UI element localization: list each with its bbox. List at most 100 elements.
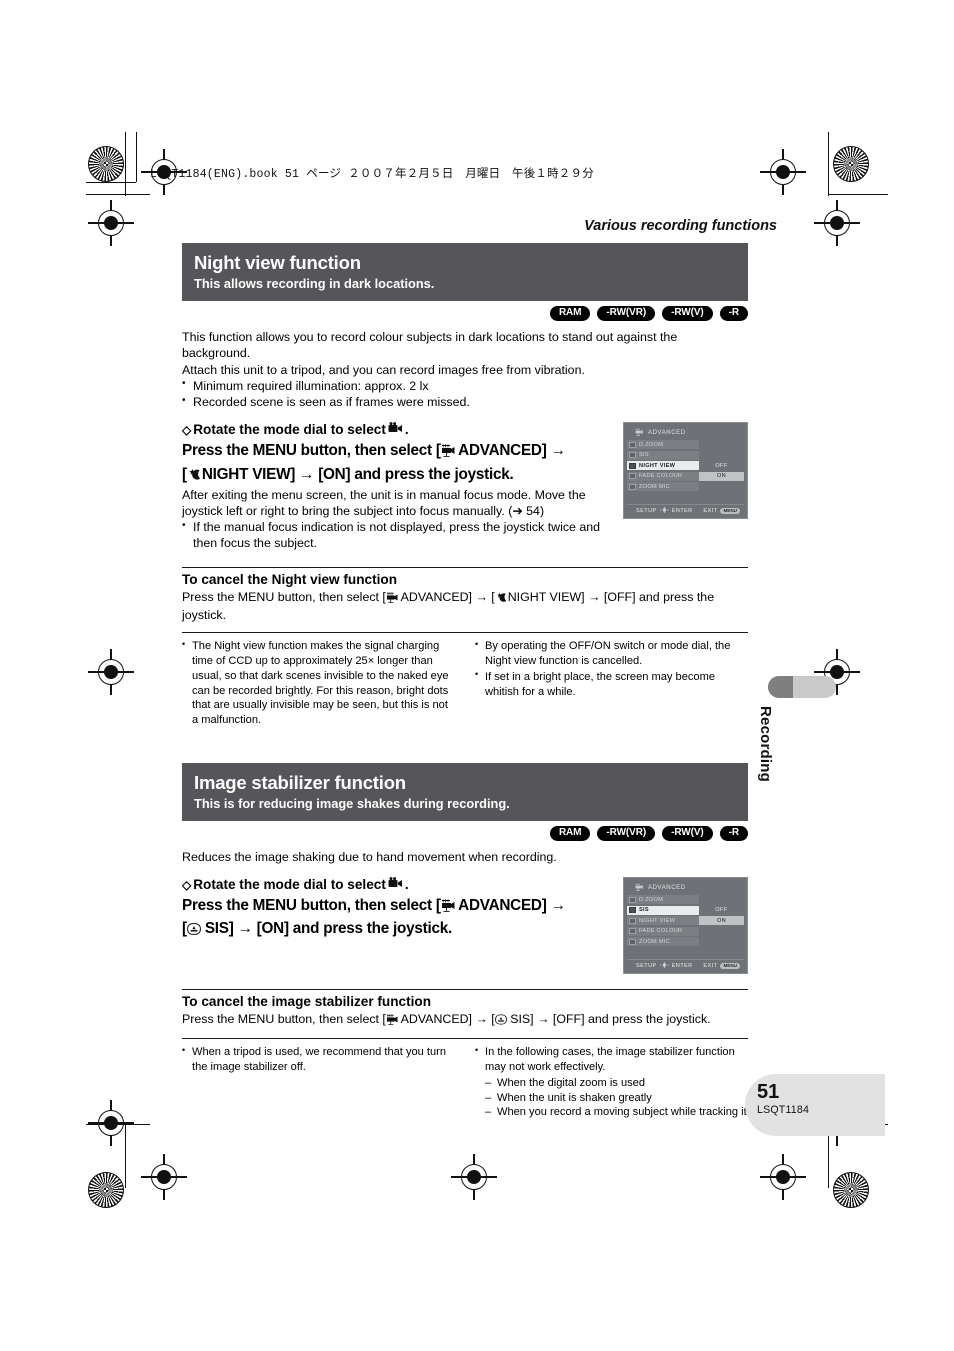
lcd-row-night-view[interactable]: NIGHT VIEW ON [627,916,744,926]
list-item: If set in a bright place, the screen may… [475,669,748,700]
notes-column-left: When a tripod is used, we recommend that… [182,1045,455,1120]
lcd-value-off[interactable]: OFF [699,461,744,471]
cancel-advanced: ADVANCED] [400,589,472,604]
section-subtitle: This is for reducing image shakes during… [194,795,510,811]
night-view-icon [629,917,636,924]
lcd-title-row: ADVANCED [627,426,744,440]
cancel-image-stabilizer-text: Press the MENU button, then select [ ADV… [182,1011,748,1029]
lcd-value-off[interactable]: OFF [699,905,744,915]
list-item: When you record a moving subject while t… [485,1105,748,1120]
step-menu-item: NIGHT VIEW] [201,465,296,483]
lcd-value-on[interactable]: ON [699,471,744,481]
image-stabilizer-intro: Reduces the image shaking due to hand mo… [182,849,748,865]
lcd-row-zoom-mic[interactable]: ZOOM MIC [627,482,744,492]
image-stabilizer-icon [186,921,201,940]
lcd-row-sis[interactable]: SIS [627,450,744,460]
night-view-moon-icon [187,467,202,486]
registration-target-bottom-left [141,1154,187,1200]
lcd-foot-setup: SETUP [636,962,657,969]
step-menu-path-line2: [ SIS] → [ON] and press the joystick. [182,919,611,940]
lcd-row-label: ZOOM MIC [639,938,670,945]
zoom-mic-icon [629,938,636,945]
registration-rosette-bottom-right [833,1172,869,1208]
list-item: Recorded scene is seen as if frames were… [182,394,748,410]
registration-target-left-upper [88,200,134,246]
cancel-item: SIS] [510,1012,534,1027]
step-rotate-dial-label: Rotate the mode dial to select [193,422,386,438]
sis-icon [629,452,636,459]
step-rotate-dial-suffix: . [404,422,409,438]
joystick-icon [659,506,669,515]
lcd-row-zoom-mic[interactable]: ZOOM MIC [627,937,744,947]
registration-target-top-right [760,149,806,195]
lcd-row-night-view[interactable]: NIGHT VIEW OFF [627,461,744,471]
night-view-icon [629,462,636,469]
list-item: If the manual focus indication is not di… [182,519,611,552]
lcd-title-label: ADVANCED [648,429,686,436]
intro-paragraph: This function allows you to record colou… [182,330,678,361]
lcd-footer-bar: SETUP ENTER EXIT MENU [627,503,744,516]
lcd-footer-bar: SETUP ENTER EXIT MENU [627,958,744,971]
sis-icon [629,907,636,914]
page-content: Night view function This allows recordin… [182,243,748,1120]
section-header-banner: Night view function This allows recordin… [182,243,748,302]
advanced-icon [441,898,455,917]
side-tab-label: Recording [757,706,774,782]
fade-colour-icon [629,928,636,935]
section-night-view: Night view function This allows recordin… [182,243,748,729]
night-view-notes: The Night view function makes the signal… [182,639,748,729]
notes-column-right: In the following cases, the image stabil… [475,1045,748,1120]
registration-target-right-upper [814,200,860,246]
lcd-row-label: NIGHT VIEW [639,917,676,924]
cancel-image-stabilizer-heading: To cancel the image stabilizer function [182,993,432,1009]
crop-line-top-right-h [828,194,888,196]
lcd-row-values [699,937,744,946]
lcd-title-row: ADVANCED [627,881,744,895]
crop-line-bottom-left-h [86,1124,150,1126]
notes-column-left: The Night view function makes the signal… [182,639,455,729]
section-title: Night view function [194,252,361,273]
step-menu-item: SIS] [204,920,234,938]
lcd-row-label: ZOOM MIC [639,483,670,490]
divider [182,632,748,634]
list-item: Minimum required illumination: approx. 2… [182,377,748,394]
lcd-row-fade-colour[interactable]: FADE COLOUR [627,926,744,936]
page-number: 51 [757,1081,780,1103]
lcd-row-list: D.ZOOM SIS NIGHT VIEW OFF FADE COLOUR ON [627,440,744,502]
step-note-text: After exiting the menu screen, the unit … [182,487,586,518]
arrow-right-icon: → [237,920,253,938]
night-view-steps: ◇ Rotate the mode dial to select . Press… [182,422,748,551]
book-slug-line: LSQT1184(ENG).book 51 ページ ２００７年２月５日 月曜日 … [150,168,594,181]
lcd-row-dzoom[interactable]: D.ZOOM [627,895,744,905]
cancel-night-view-heading: To cancel the Night view function [182,571,397,587]
crop-line-top-left-h [86,194,150,196]
lcd-foot-exit: EXIT [703,507,718,514]
cancel-mid: → [ [475,1012,495,1027]
lcd-row-dzoom[interactable]: D.ZOOM [627,440,744,450]
lcd-row-sis[interactable]: SIS OFF [627,905,744,915]
lcd-row-values [699,482,744,491]
registration-target-bottom-center [451,1154,497,1200]
registration-rosette-top-right [833,146,869,182]
lcd-title-label: ADVANCED [648,884,686,891]
lcd-value-on[interactable]: ON [699,916,744,926]
night-view-intro: This function allows you to record colou… [182,329,748,410]
step-note-bullets: If the manual focus indication is not di… [182,519,611,552]
media-badges-night-view: RAM -RW(VR) -RW(V) -R [182,306,748,322]
intro-paragraph: Attach this unit to a tripod, and you ca… [182,362,585,377]
cancel-advanced: ADVANCED] [400,1012,472,1027]
crop-line-top-left-v2 [136,132,138,182]
lcd-row-fade-colour[interactable]: FADE COLOUR ON [627,471,744,481]
media-badges-image-stabilizer: RAM -RW(VR) -RW(V) -R [182,826,748,842]
intro-paragraph: Reduces the image shaking due to hand mo… [182,850,557,865]
divider [182,1038,748,1040]
badge-r: -R [719,826,748,842]
lcd-foot-setup: SETUP [636,507,657,514]
lcd-row-list: D.ZOOM SIS OFF NIGHT VIEW ON FADE COLOUR [627,895,744,957]
fade-colour-icon [629,473,636,480]
image-stabilizer-notes: When a tripod is used, we recommend that… [182,1045,748,1120]
movie-camera-icon [388,422,403,439]
list-item: By operating the OFF/ON switch or mode d… [475,639,748,669]
list-item: When a tripod is used, we recommend that… [182,1045,455,1075]
badge-ram: RAM [549,306,591,322]
